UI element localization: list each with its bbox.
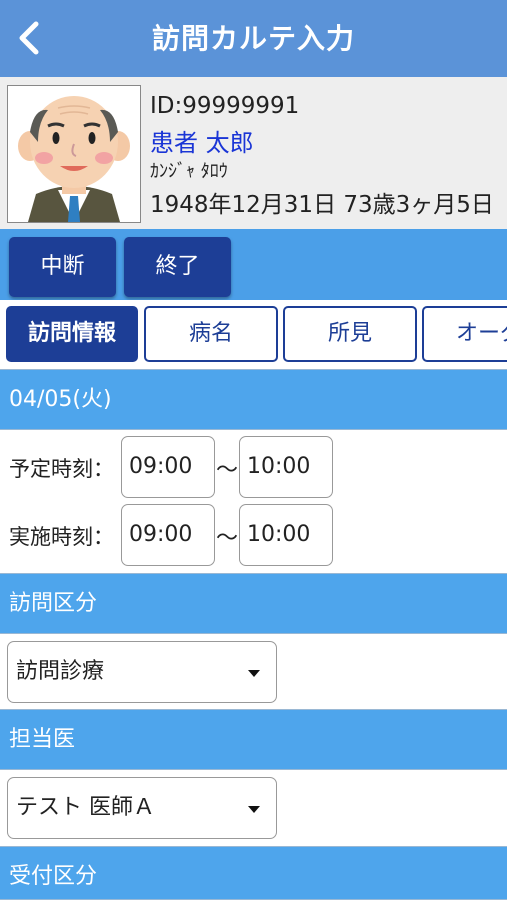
- tab-order[interactable]: オーダ: [422, 306, 507, 362]
- doctor-value: テスト 医師Ａ: [16, 795, 155, 820]
- tab-bar: 訪問情報 病名 所見 オーダ: [0, 300, 507, 368]
- tab-findings[interactable]: 所見: [283, 306, 417, 362]
- avatar: [7, 85, 141, 223]
- visit-type-value: 訪問診療: [16, 659, 105, 684]
- reception-type-header: 受付区分: [0, 846, 507, 900]
- patient-name: 患者 太郎: [150, 129, 254, 157]
- page-title: 訪問カルテ入力: [151, 22, 355, 55]
- tab-visit-info[interactable]: 訪問情報: [6, 306, 138, 362]
- doctor-select[interactable]: テスト 医師Ａ: [7, 777, 277, 839]
- planned-range-separator: 〜: [216, 458, 239, 483]
- chevron-left-icon: [19, 21, 39, 55]
- doctor-header: 担当医: [0, 709, 507, 770]
- dropdown-caret-icon: [248, 806, 260, 813]
- patient-avatar-illustration: [18, 96, 130, 222]
- visit-date-header: 04/05(火): [0, 369, 507, 430]
- tab-diagnosis[interactable]: 病名: [144, 306, 278, 362]
- dropdown-caret-icon: [248, 670, 260, 677]
- planned-end-input[interactable]: 10:00: [239, 436, 333, 498]
- pause-button[interactable]: 中断: [9, 237, 116, 297]
- patient-header: ID:99999991 患者 太郎 ｶﾝｼﾞｬ ﾀﾛｳ 1948年12月31日 …: [0, 77, 507, 229]
- actual-range-separator: 〜: [216, 526, 239, 551]
- visit-type-header: 訪問区分: [0, 573, 507, 634]
- back-button[interactable]: [10, 14, 54, 62]
- planned-start-input[interactable]: 09:00: [121, 436, 215, 498]
- patient-id: ID:99999991: [150, 93, 300, 119]
- nav-bar: 訪問カルテ入力: [0, 0, 507, 77]
- finish-button[interactable]: 終了: [124, 237, 231, 297]
- patient-birth-age: 1948年12月31日 73歳3ヶ月5日: [150, 192, 494, 218]
- planned-time-label: 予定時刻：: [9, 457, 114, 481]
- actual-time-label: 実施時刻：: [9, 525, 114, 549]
- actual-end-input[interactable]: 10:00: [239, 504, 333, 566]
- visit-type-select[interactable]: 訪問診療: [7, 641, 277, 703]
- action-bar: 中断 終了: [0, 229, 507, 300]
- patient-kana: ｶﾝｼﾞｬ ﾀﾛｳ: [150, 161, 228, 182]
- actual-start-input[interactable]: 09:00: [121, 504, 215, 566]
